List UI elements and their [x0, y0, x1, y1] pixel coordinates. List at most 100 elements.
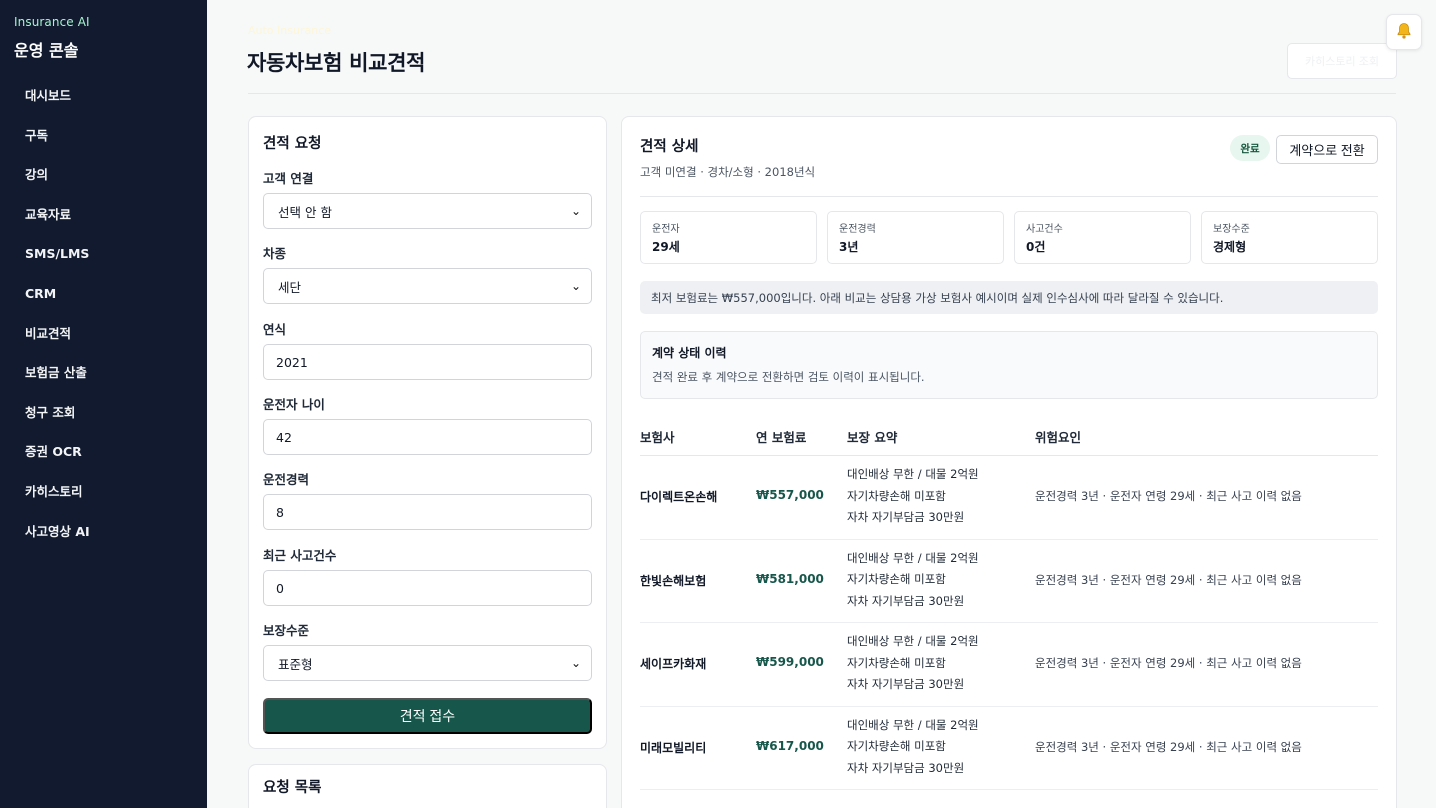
chevron-down-icon: ⌄	[570, 204, 581, 218]
sidebar-item-sms[interactable]: SMS/LMS	[0, 242, 207, 282]
table-row: 다이렉트온손해 ₩557,000 대인배상 무한 / 대물 2억원 자기차량손해…	[640, 456, 1378, 540]
coverage-line: 자차 자기부담금 30만원	[847, 510, 965, 524]
age-label: 운전자 나이	[263, 397, 325, 412]
coverage-select[interactable]: 표준형 ⌄	[263, 645, 592, 681]
quote-detail-card: 견적 상세 고객 미연결 · 경차/소형 · 2018년식 완료 계약으로 전환…	[621, 116, 1397, 808]
form-title: 견적 요청	[263, 136, 322, 152]
stat-value: 0건	[1026, 240, 1046, 254]
sidebar-item-lectures[interactable]: 강의	[0, 163, 207, 203]
accidents-input-value: 0	[276, 580, 284, 596]
customer-label: 고객 연결	[263, 171, 314, 186]
stat-value: 3년	[839, 240, 859, 254]
insurer-name: 세이프카화재	[640, 657, 707, 671]
risk-factors: 운전경력 3년 · 운전자 연령 29세 · 최근 사고 이력 없음	[1035, 572, 1302, 587]
table-row: 세이프카화재 ₩599,000 대인배상 무한 / 대물 2억원 자기차량손해 …	[640, 623, 1378, 707]
annual-premium: ₩599,000	[756, 655, 824, 669]
risk-factors: 운전경력 3년 · 운전자 연령 29세 · 최근 사고 이력 없음	[1035, 489, 1302, 503]
status-badge: 완료	[1230, 135, 1270, 161]
brand-tag: Insurance AI	[14, 15, 90, 29]
sidebar-item-materials[interactable]: 교육자료	[0, 203, 207, 243]
coverage-line: 자차 자기부담금 30만원	[847, 677, 965, 691]
coverage-line: 대인배상 무한 / 대물 2억원	[847, 467, 979, 481]
stat-accidents: 사고건수 0건	[1014, 211, 1191, 264]
column-header-premium: 연 보험료	[756, 430, 807, 445]
vehicle-select[interactable]: 세단 ⌄	[263, 268, 592, 304]
quote-request-card: 견적 요청 고객 연결 선택 안 함 ⌄ 차종 세단 ⌄ 연식 2021 운전자…	[248, 116, 607, 749]
column-header-coverage: 보장 요약	[847, 430, 898, 445]
sidebar-item-subscription[interactable]: 구독	[0, 124, 207, 164]
risk-factors: 운전경력 3년 · 운전자 연령 29세 · 최근 사고 이력 없음	[1035, 739, 1302, 754]
risk-factors: 운전경력 3년 · 운전자 연령 29세 · 최근 사고 이력 없음	[1035, 656, 1302, 670]
stat-label: 운전자	[652, 224, 680, 235]
coverage-line: 자기차량손해 미포함	[847, 655, 946, 670]
detail-title: 견적 상세	[640, 139, 699, 155]
convert-to-contract-button[interactable]: 계약으로 전환	[1276, 135, 1378, 164]
stat-value: 29세	[652, 240, 680, 254]
column-header-risk: 위험요인	[1035, 430, 1082, 445]
notification-button[interactable]	[1386, 14, 1422, 50]
page-eyebrow: Auto Insurance	[248, 24, 332, 37]
sidebar-item-crm[interactable]: CRM	[0, 282, 207, 322]
customer-select[interactable]: 선택 안 함 ⌄	[263, 193, 592, 229]
coverage-line: 자기차량손해 미포함	[847, 488, 946, 503]
brand-title: 운영 콘솔	[14, 41, 79, 60]
sidebar-nav: 대시보드 구독 강의 교육자료 SMS/LMS CRM 비교견적 보험금 산출 …	[0, 84, 207, 559]
contract-history-title: 계약 상태 이력	[652, 346, 727, 360]
coverage-line: 자차 자기부담금 30만원	[847, 760, 965, 775]
coverage-summary: 대인배상 무한 / 대물 2억원 자기차량손해 미포함 자차 자기부담금 30만…	[847, 548, 979, 613]
accidents-label: 최근 사고건수	[263, 548, 337, 563]
stat-label: 사고건수	[1026, 224, 1063, 235]
stat-coverage: 보장수준 경제형	[1201, 211, 1378, 264]
premium-notice: 최저 보험료는 ₩557,000입니다. 아래 비교는 상담용 가상 보험사 예…	[640, 281, 1378, 314]
sidebar: Insurance AI 운영 콘솔 대시보드 구독 강의 교육자료 SMS/L…	[0, 0, 207, 808]
experience-input[interactable]: 8	[263, 494, 592, 530]
contract-history-box: 계약 상태 이력 견적 완료 후 계약으로 전환하면 검토 이력이 표시됩니다.	[640, 331, 1378, 399]
sidebar-item-claim-lookup[interactable]: 청구 조회	[0, 401, 207, 441]
chevron-down-icon: ⌄	[570, 279, 581, 293]
sidebar-item-ocr[interactable]: 증권 OCR	[0, 440, 207, 480]
customer-select-value: 선택 안 함	[278, 204, 332, 220]
coverage-summary: 대인배상 무한 / 대물 2억원 자기차량손해 미포함 자차 자기부담금 30만…	[847, 631, 979, 696]
year-input-value: 2021	[276, 354, 308, 370]
stat-experience: 운전경력 3년	[827, 211, 1004, 264]
coverage-line: 자기차량손해 미포함	[847, 572, 946, 586]
header-divider	[248, 93, 1396, 94]
vehicle-select-value: 세단	[278, 279, 302, 295]
coverage-line: 자기차량손해 미포함	[847, 739, 946, 753]
sidebar-item-claim-calc[interactable]: 보험금 산출	[0, 361, 207, 401]
accidents-input[interactable]: 0	[263, 570, 592, 606]
year-input[interactable]: 2021	[263, 344, 592, 380]
chevron-down-icon: ⌄	[570, 656, 581, 670]
submit-quote-button[interactable]: 견적 접수	[263, 698, 592, 734]
column-header-insurer: 보험사	[640, 430, 675, 445]
table-row: 미래모빌리티 ₩617,000 대인배상 무한 / 대물 2억원 자기차량손해 …	[640, 707, 1378, 790]
coverage-line: 대인배상 무한 / 대물 2억원	[847, 717, 979, 732]
contract-history-text: 견적 완료 후 계약으로 전환하면 검토 이력이 표시됩니다.	[652, 370, 925, 384]
coverage-label: 보장수준	[263, 623, 310, 638]
insurer-name: 미래모빌리티	[640, 740, 707, 755]
stat-label: 보장수준	[1213, 224, 1250, 235]
detail-subtitle: 고객 미연결 · 경차/소형 · 2018년식	[640, 165, 816, 179]
stat-value: 경제형	[1213, 240, 1247, 254]
request-list-title: 요청 목록	[263, 780, 322, 796]
coverage-summary: 대인배상 무한 / 대물 2억원 자기차량손해 미포함 자차 자기부담금 30만…	[847, 715, 979, 780]
experience-input-value: 8	[276, 504, 284, 520]
sidebar-item-dashboard[interactable]: 대시보드	[0, 84, 207, 124]
coverage-line: 대인배상 무한 / 대물 2억원	[847, 550, 979, 565]
car-history-button[interactable]: 카히스토리 조회	[1287, 43, 1397, 79]
coverage-select-value: 표준형	[278, 656, 313, 672]
sidebar-item-comparison[interactable]: 비교견적	[0, 322, 207, 362]
coverage-line: 대인배상 무한 / 대물 2억원	[847, 634, 979, 648]
table-row: 한빛손해보험 ₩581,000 대인배상 무한 / 대물 2억원 자기차량손해 …	[640, 540, 1378, 623]
stat-driver: 운전자 29세	[640, 211, 817, 264]
experience-label: 운전경력	[263, 472, 310, 487]
page-title: 자동차보험 비교견적	[247, 51, 426, 75]
age-input[interactable]: 42	[263, 419, 592, 455]
vehicle-label: 차종	[263, 246, 287, 261]
coverage-summary: 대인배상 무한 / 대물 2억원 자기차량손해 미포함 자차 자기부담금 30만…	[847, 464, 979, 529]
sidebar-item-accident-video[interactable]: 사고영상 AI	[0, 520, 207, 560]
stat-label: 운전경력	[839, 224, 876, 235]
annual-premium: ₩581,000	[756, 571, 824, 586]
sidebar-item-car-history[interactable]: 카히스토리	[0, 480, 207, 520]
insurer-name: 다이렉트온손해	[640, 490, 718, 504]
